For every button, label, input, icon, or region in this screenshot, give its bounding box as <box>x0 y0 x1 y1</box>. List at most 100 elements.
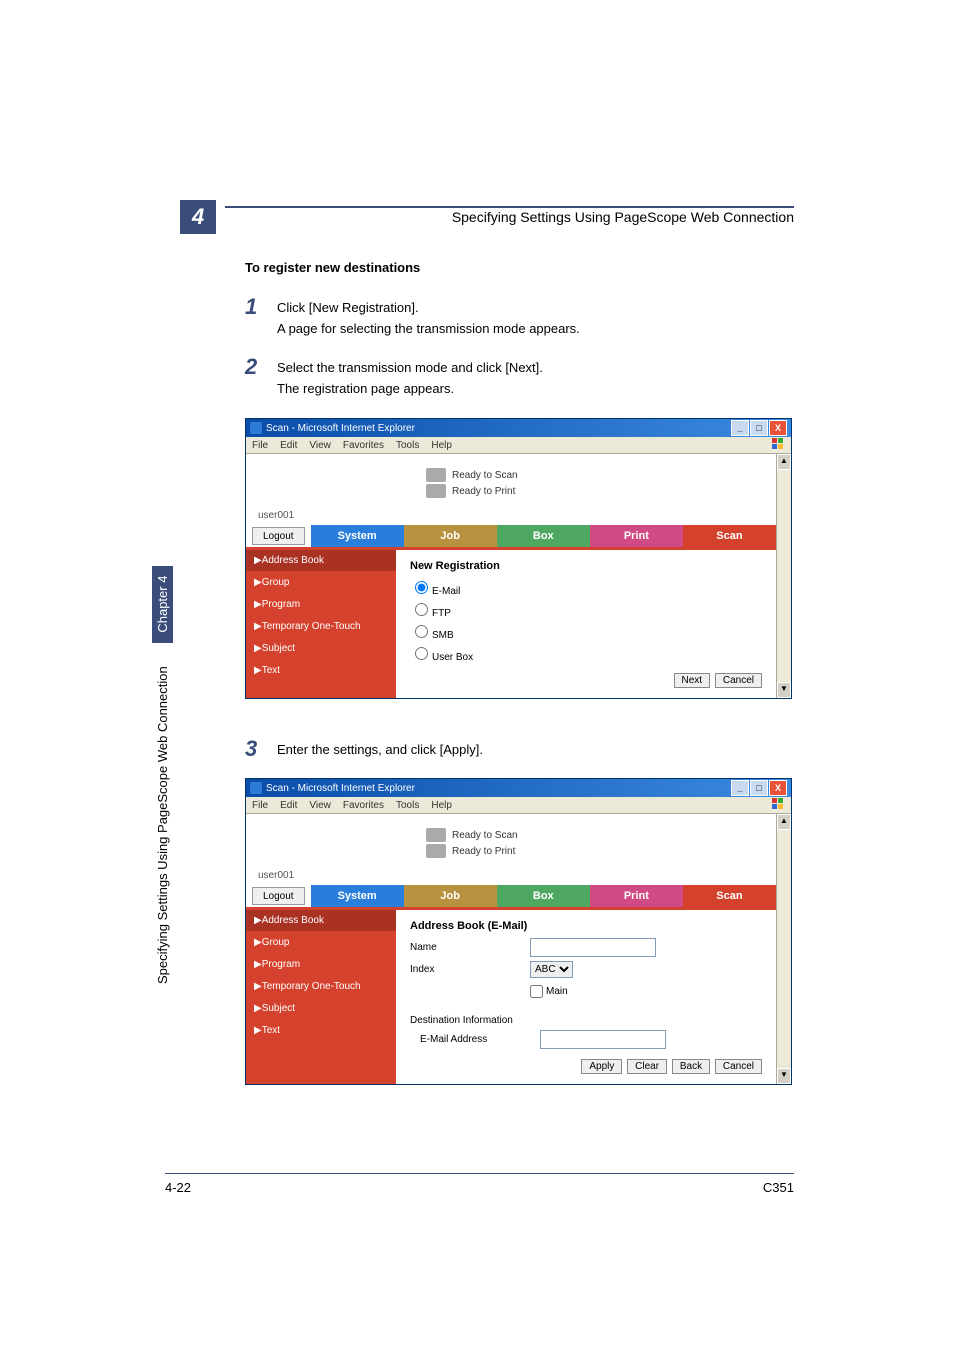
minimize-button[interactable]: _ <box>731 420 749 436</box>
chapter-number: 4 <box>180 200 216 234</box>
radio-userbox[interactable] <box>415 647 428 660</box>
ie-icon <box>250 422 262 434</box>
tab-system[interactable]: System <box>311 525 404 547</box>
status-ready-print: Ready to Print <box>452 486 515 497</box>
sidebar-item-group[interactable]: ▶Group <box>246 932 396 954</box>
user-label: user001 <box>246 506 776 525</box>
menu-view[interactable]: View <box>309 440 331 451</box>
tab-job[interactable]: Job <box>404 885 497 907</box>
radio-ftp[interactable] <box>415 603 428 616</box>
cancel-button[interactable]: Cancel <box>715 1059 762 1074</box>
side-text-chapter: Chapter 4 <box>152 566 173 643</box>
tab-scan[interactable]: Scan <box>683 885 776 907</box>
ie-icon <box>250 782 262 794</box>
main-checkbox-label: Main <box>546 986 568 997</box>
sidebar-item-address-book[interactable]: ▶Address Book <box>246 910 396 932</box>
index-select[interactable]: ABC <box>530 961 573 978</box>
logout-button[interactable]: Logout <box>252 527 305 545</box>
name-input[interactable] <box>530 938 656 957</box>
tab-print[interactable]: Print <box>590 525 683 547</box>
window-titlebar: Scan - Microsoft Internet Explorer _ □ X <box>246 779 791 797</box>
main-checkbox[interactable] <box>530 985 543 998</box>
step-3-line-1: Enter the settings, and click [Apply]. <box>277 740 794 761</box>
scroll-up-icon[interactable]: ▲ <box>777 454 791 470</box>
status-ready-print: Ready to Print <box>452 846 515 857</box>
window-titlebar: Scan - Microsoft Internet Explorer _ □ X <box>246 419 791 437</box>
step-1-line-1: Click [New Registration]. <box>277 298 794 319</box>
tab-scan[interactable]: Scan <box>683 525 776 547</box>
printer-icon <box>426 844 446 858</box>
menu-help[interactable]: Help <box>431 800 452 811</box>
sidebar-item-text[interactable]: ▶Text <box>246 1020 396 1042</box>
menu-tools[interactable]: Tools <box>396 800 419 811</box>
sidebar-item-address-book[interactable]: ▶Address Book <box>246 550 396 572</box>
close-button[interactable]: X <box>769 780 787 796</box>
side-text-label: Specifying Settings Using PageScope Web … <box>155 666 170 984</box>
label-destination-info: Destination Information <box>410 1015 762 1026</box>
next-button[interactable]: Next <box>674 673 711 688</box>
apply-button[interactable]: Apply <box>581 1059 622 1074</box>
scanner-icon <box>426 828 446 842</box>
sidebar: ▶Address Book ▶Group ▶Program ▶Temporary… <box>246 550 396 698</box>
step-2-line-2: The registration page appears. <box>277 379 794 400</box>
step-number-1: 1 <box>245 294 257 320</box>
sidebar-item-group[interactable]: ▶Group <box>246 572 396 594</box>
radio-smb[interactable] <box>415 625 428 638</box>
menubar: File Edit View Favorites Tools Help <box>246 797 791 814</box>
sidebar-item-temporary[interactable]: ▶Temporary One-Touch <box>246 976 396 998</box>
tab-box[interactable]: Box <box>497 885 590 907</box>
sidebar-item-text[interactable]: ▶Text <box>246 660 396 682</box>
radio-email-label: E-Mail <box>432 586 460 597</box>
header-title: Specifying Settings Using PageScope Web … <box>452 209 794 225</box>
clear-button[interactable]: Clear <box>627 1059 667 1074</box>
menu-favorites[interactable]: Favorites <box>343 800 384 811</box>
tab-job[interactable]: Job <box>404 525 497 547</box>
menu-favorites[interactable]: Favorites <box>343 440 384 451</box>
window-title: Scan - Microsoft Internet Explorer <box>266 783 415 794</box>
menu-edit[interactable]: Edit <box>280 800 297 811</box>
radio-ftp-label: FTP <box>432 608 451 619</box>
scrollbar[interactable]: ▲▼ <box>776 454 791 698</box>
radio-email[interactable] <box>415 581 428 594</box>
menu-view[interactable]: View <box>309 800 331 811</box>
step-1-line-2: A page for selecting the transmission mo… <box>277 319 794 340</box>
menu-file[interactable]: File <box>252 800 268 811</box>
close-button[interactable]: X <box>769 420 787 436</box>
menubar: File Edit View Favorites Tools Help <box>246 437 791 454</box>
menu-help[interactable]: Help <box>431 440 452 451</box>
label-email-address: E-Mail Address <box>410 1034 540 1045</box>
windows-flag-icon <box>771 797 785 811</box>
footer: 4-22 C351 <box>165 1173 794 1195</box>
sidebar-item-subject[interactable]: ▶Subject <box>246 998 396 1020</box>
sidebar-item-program[interactable]: ▶Program <box>246 954 396 976</box>
label-name: Name <box>410 942 530 953</box>
tab-system[interactable]: System <box>311 885 404 907</box>
tab-box[interactable]: Box <box>497 525 590 547</box>
scroll-down-icon[interactable]: ▼ <box>777 1068 791 1084</box>
status-ready-scan: Ready to Scan <box>452 830 518 841</box>
sidebar-item-subject[interactable]: ▶Subject <box>246 638 396 660</box>
scanner-icon <box>426 468 446 482</box>
menu-file[interactable]: File <box>252 440 268 451</box>
tab-print[interactable]: Print <box>590 885 683 907</box>
screenshot-new-registration: Scan - Microsoft Internet Explorer _ □ X… <box>245 418 792 699</box>
back-button[interactable]: Back <box>672 1059 710 1074</box>
user-label: user001 <box>246 866 776 885</box>
cancel-button[interactable]: Cancel <box>715 673 762 688</box>
sidebar-item-temporary[interactable]: ▶Temporary One-Touch <box>246 616 396 638</box>
maximize-button[interactable]: □ <box>750 420 768 436</box>
step-number-2: 2 <box>245 354 257 380</box>
scroll-down-icon[interactable]: ▼ <box>777 682 791 698</box>
menu-edit[interactable]: Edit <box>280 440 297 451</box>
menu-tools[interactable]: Tools <box>396 440 419 451</box>
scroll-up-icon[interactable]: ▲ <box>777 814 791 830</box>
sidebar-item-program[interactable]: ▶Program <box>246 594 396 616</box>
scrollbar[interactable]: ▲▼ <box>776 814 791 1084</box>
email-input[interactable] <box>540 1030 666 1049</box>
maximize-button[interactable]: □ <box>750 780 768 796</box>
minimize-button[interactable]: _ <box>731 780 749 796</box>
logout-button[interactable]: Logout <box>252 887 305 905</box>
radio-userbox-label: User Box <box>432 652 473 663</box>
windows-flag-icon <box>771 437 785 451</box>
status-ready-scan: Ready to Scan <box>452 470 518 481</box>
